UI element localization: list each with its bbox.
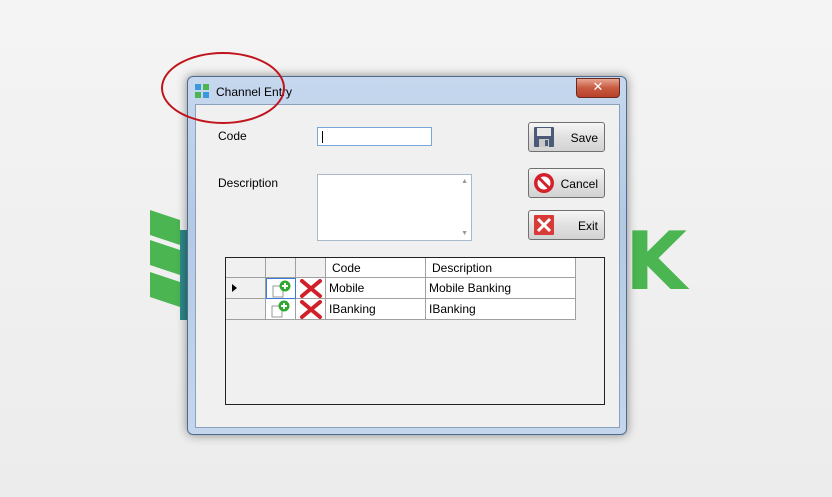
add-document-icon bbox=[271, 300, 290, 318]
description-input[interactable]: ▲ ▼ bbox=[317, 174, 472, 241]
description-label: Description bbox=[218, 176, 279, 190]
grid-corner-header bbox=[226, 258, 266, 278]
cell-description[interactable]: Mobile Banking bbox=[426, 278, 576, 299]
cancel-button-label: Cancel bbox=[560, 177, 598, 191]
save-button[interactable]: Save bbox=[528, 122, 605, 152]
delete-row-button[interactable] bbox=[296, 299, 326, 320]
edit-row-button[interactable] bbox=[266, 278, 296, 299]
no-entry-icon bbox=[534, 173, 554, 193]
channel-entry-window: Channel Entry ✕ Code Description ▲ ▼ Sav… bbox=[187, 76, 627, 435]
grid-add-column-header bbox=[266, 258, 296, 278]
form-client-area: Code Description ▲ ▼ Save Cancel Exit Co… bbox=[195, 104, 620, 428]
grid-delete-column-header bbox=[296, 258, 326, 278]
annotation-ellipse bbox=[161, 52, 285, 124]
exit-x-icon bbox=[534, 215, 554, 235]
cell-description[interactable]: IBanking bbox=[426, 299, 576, 320]
channel-data-grid[interactable]: Code Description Mobile Mobile Banking I… bbox=[225, 257, 605, 405]
cell-code[interactable]: IBanking bbox=[326, 299, 426, 320]
background-logo-mark bbox=[150, 210, 188, 320]
grid-header-description[interactable]: Description bbox=[426, 258, 576, 278]
exit-button[interactable]: Exit bbox=[528, 210, 605, 240]
delete-x-icon bbox=[300, 300, 322, 319]
delete-row-button[interactable] bbox=[296, 278, 326, 299]
scroll-up-icon[interactable]: ▲ bbox=[461, 178, 468, 185]
code-input[interactable] bbox=[317, 127, 432, 146]
current-row-arrow-icon bbox=[232, 284, 237, 292]
close-button[interactable]: ✕ bbox=[576, 78, 620, 98]
code-label: Code bbox=[218, 129, 247, 143]
row-selector[interactable] bbox=[226, 278, 266, 299]
delete-x-icon bbox=[300, 279, 322, 298]
save-button-label: Save bbox=[570, 131, 598, 145]
close-icon: ✕ bbox=[592, 80, 604, 95]
cancel-button[interactable]: Cancel bbox=[528, 168, 605, 198]
edit-row-button[interactable] bbox=[266, 299, 296, 320]
add-document-icon bbox=[272, 280, 291, 298]
cell-code[interactable]: Mobile bbox=[326, 278, 426, 299]
grid-header-code[interactable]: Code bbox=[326, 258, 426, 278]
text-caret bbox=[322, 131, 323, 143]
exit-button-label: Exit bbox=[577, 219, 598, 233]
background-logo-letter: K bbox=[625, 215, 687, 308]
scroll-down-icon[interactable]: ▼ bbox=[461, 230, 468, 237]
row-selector[interactable] bbox=[226, 299, 266, 320]
floppy-disk-icon bbox=[534, 127, 554, 147]
